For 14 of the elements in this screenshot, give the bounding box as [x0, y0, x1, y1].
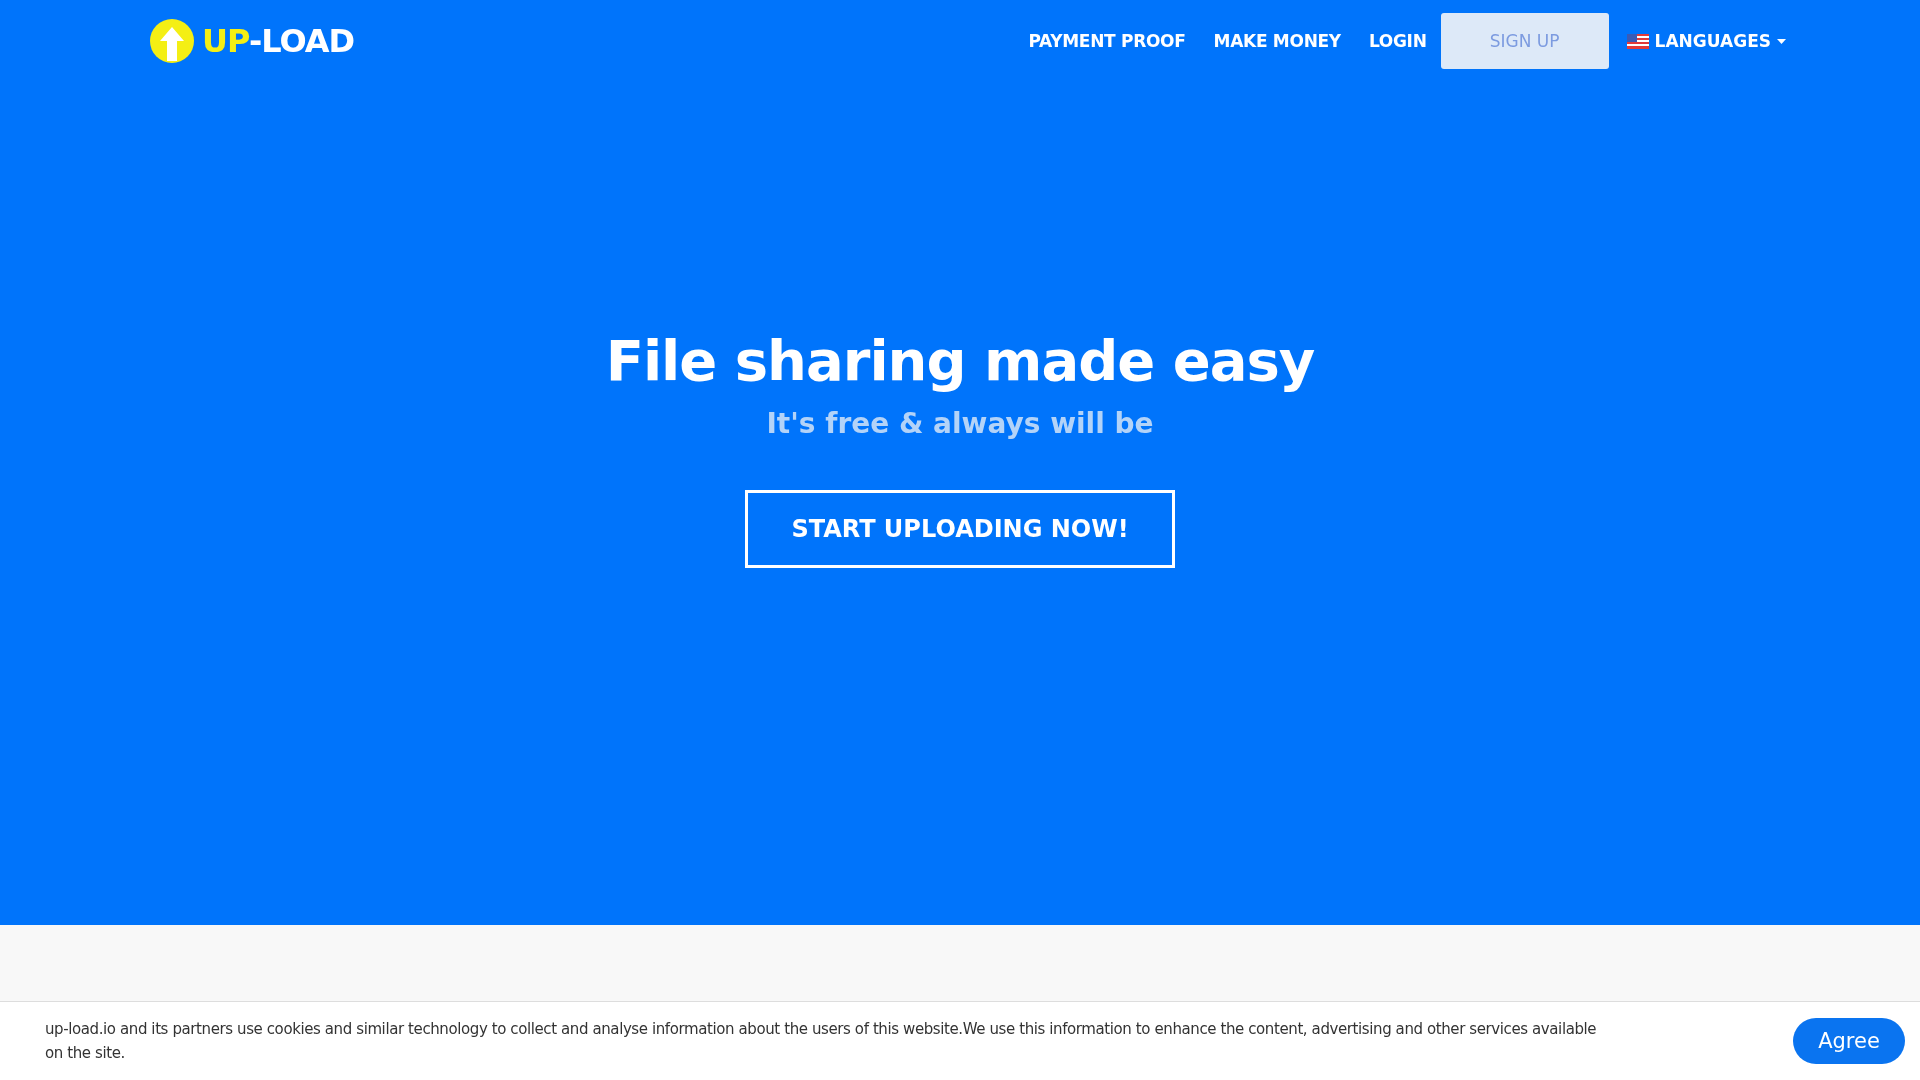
start-uploading-button[interactable]: START UPLOADING NOW! [745, 490, 1175, 568]
nav-link[interactable]: PAYMENT PROOF [1014, 31, 1200, 51]
sign-up-button[interactable]: SIGN UP [1440, 13, 1609, 69]
agree-button[interactable]: Agree [1793, 1018, 1905, 1064]
flag-icon [1626, 33, 1649, 49]
hero-subtitle: It's free & always will be [766, 407, 1154, 440]
nav-link[interactable]: LOGIN [1354, 31, 1441, 51]
nav-link[interactable]: MAKE MONEY [1199, 31, 1355, 51]
languages-dropdown[interactable]: LANGUAGES [1622, 31, 1790, 51]
logo[interactable]: UP-LOAD [150, 19, 355, 63]
caret-icon [1777, 38, 1786, 44]
logo-text: UP-LOAD [202, 22, 355, 60]
hero-title: File sharing made easy [605, 328, 1315, 393]
cookie-notice: up-load.io and its partners use cookies and similar technology to collect and analyse information about the users of this website.We use this information to enhance the content, advertising and other services available on the site. [45, 1019, 1598, 1064]
